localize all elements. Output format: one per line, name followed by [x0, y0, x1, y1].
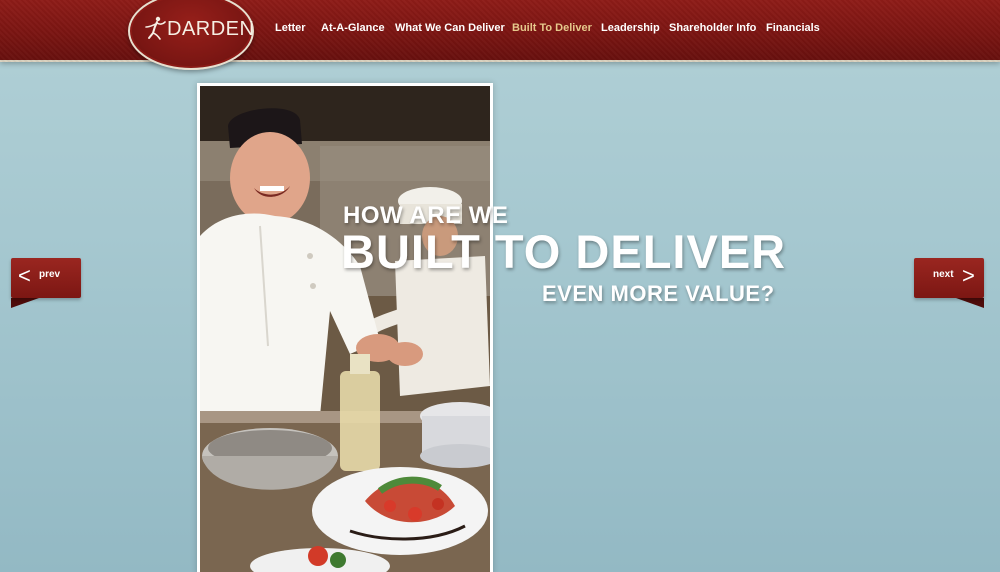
ribbon-fold [956, 298, 984, 308]
kitchen-scene-illustration [200, 86, 490, 572]
nav-item-built-to-deliver[interactable]: Built To Deliver [512, 22, 592, 34]
nav-item-letter[interactable]: Letter [275, 22, 306, 34]
nav-item-shareholder-info[interactable]: Shareholder Info [669, 22, 756, 34]
nav-item-at-a-glance[interactable]: At-A-Glance [321, 22, 385, 34]
ribbon-fold [11, 298, 39, 308]
next-label: next [933, 269, 954, 280]
next-button[interactable]: next > [914, 258, 984, 308]
chevron-left-icon: < [18, 263, 31, 288]
main-nav: Letter At-A-Glance What We Can Deliver B… [0, 22, 1000, 38]
prev-button[interactable]: < prev [11, 258, 81, 308]
hero-headline: HOW ARE WE BUILT TO DELIVER EVEN MORE VA… [0, 0, 1000, 572]
headline-line-3: EVEN MORE VALUE? [542, 281, 775, 306]
prev-label: prev [39, 269, 61, 280]
chef-in-kitchen-photo [197, 83, 493, 572]
chevron-right-icon: > [962, 263, 975, 288]
nav-item-what-we-can-deliver[interactable]: What We Can Deliver [395, 22, 505, 34]
nav-item-financials[interactable]: Financials [766, 22, 820, 34]
nav-item-leadership[interactable]: Leadership [601, 22, 660, 34]
